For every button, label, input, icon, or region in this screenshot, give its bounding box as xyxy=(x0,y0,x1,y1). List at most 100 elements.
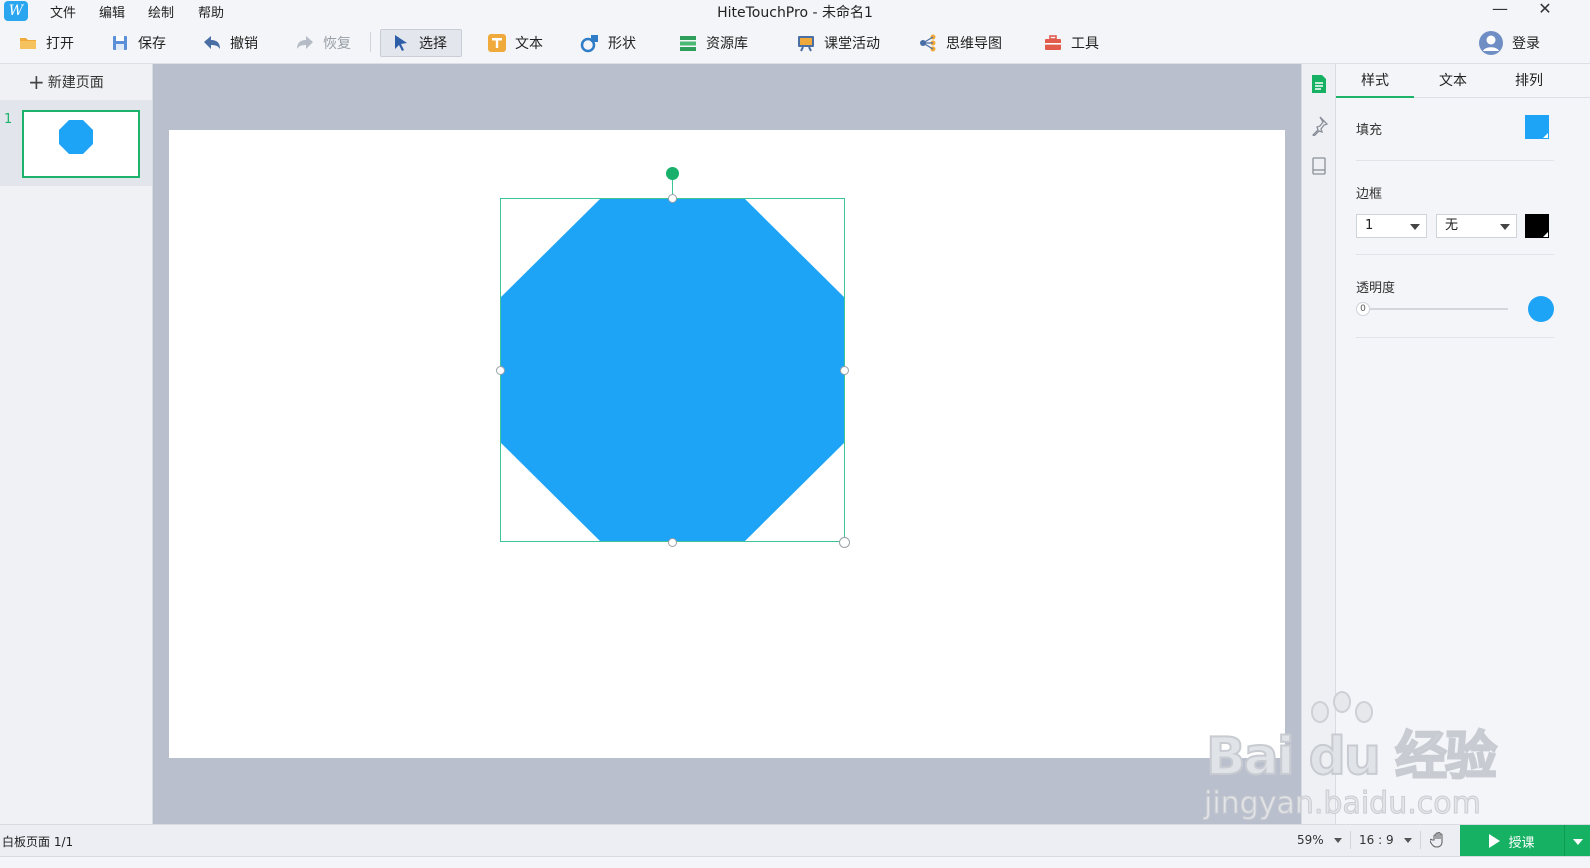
chevron-down-icon xyxy=(1333,838,1342,843)
fill-color-swatch[interactable] xyxy=(1525,115,1549,139)
text-label: 文本 xyxy=(515,36,543,52)
opacity-slider-track[interactable] xyxy=(1366,308,1508,310)
bottom-strip xyxy=(0,856,1590,868)
properties-tabs: 样式 文本 排列 xyxy=(1336,64,1590,98)
tab-style[interactable]: 样式 xyxy=(1336,64,1414,98)
save-label: 保存 xyxy=(138,36,166,52)
select-button[interactable]: 选择 xyxy=(380,29,462,57)
border-width-select[interactable]: 1 xyxy=(1356,214,1427,238)
zoom-value: 59% xyxy=(1297,833,1324,847)
open-button[interactable]: 打开 xyxy=(18,29,74,57)
text-button[interactable]: 文本 xyxy=(487,29,543,57)
undo-button[interactable]: 撤销 xyxy=(202,29,258,57)
login-label: 登录 xyxy=(1512,36,1540,52)
open-label: 打开 xyxy=(46,36,74,52)
hand-icon[interactable] xyxy=(1429,831,1448,852)
border-style-select[interactable]: 无 xyxy=(1436,214,1517,238)
new-page-label: 新建页面 xyxy=(47,75,104,91)
resources-icon xyxy=(678,33,698,53)
page-number: 1 xyxy=(4,112,13,127)
cursor-icon xyxy=(391,33,411,53)
menu-file[interactable]: 文件 xyxy=(50,2,76,21)
chevron-down-icon xyxy=(1410,224,1420,230)
mindmap-button[interactable]: 思维导图 xyxy=(918,29,1002,57)
whiteboard-slide[interactable] xyxy=(169,130,1285,758)
resize-handle-top[interactable] xyxy=(668,194,677,203)
lesson-label: 授课 xyxy=(1508,835,1535,851)
minimize-icon[interactable]: — xyxy=(1485,0,1515,20)
page-list-item[interactable]: 1 xyxy=(0,100,152,186)
resize-handle-bottom[interactable] xyxy=(668,538,677,547)
resize-handle-corner[interactable] xyxy=(839,537,850,548)
login-button[interactable]: 登录 xyxy=(1478,29,1540,57)
side-icon-strip xyxy=(1301,64,1336,824)
app-logo-icon[interactable]: W xyxy=(4,1,28,21)
lesson-button[interactable]: 授课 xyxy=(1460,825,1590,857)
properties-panel: 样式 文本 排列 填充 边框 1 无 透明度 0 xyxy=(1336,64,1590,824)
resources-label: 资源库 xyxy=(706,36,748,52)
opacity-min-value: 0 xyxy=(1356,302,1370,316)
tab-arrange[interactable]: 排列 xyxy=(1490,64,1568,98)
window-title: HiteTouchPro - 未命名1 xyxy=(717,5,873,21)
tools-button[interactable]: 工具 xyxy=(1043,29,1099,57)
close-icon[interactable]: ✕ xyxy=(1530,0,1560,20)
shape-label: 形状 xyxy=(608,36,636,52)
divider xyxy=(1356,160,1554,161)
fill-label: 填充 xyxy=(1356,123,1383,138)
mindmap-icon xyxy=(918,33,938,53)
chevron-down-icon xyxy=(1500,224,1510,230)
lesson-dropdown-button[interactable] xyxy=(1564,825,1590,857)
divider xyxy=(1356,254,1554,255)
user-icon xyxy=(1478,30,1504,56)
opacity-label: 透明度 xyxy=(1356,281,1396,296)
resize-handle-left[interactable] xyxy=(496,366,505,375)
redo-button[interactable]: 恢复 xyxy=(295,29,351,57)
folder-icon xyxy=(18,33,38,53)
divider xyxy=(1356,337,1554,338)
menu-draw[interactable]: 绘制 xyxy=(148,2,174,21)
status-bar: 白板页面 1/1 59% 16 : 9 授课 xyxy=(0,824,1590,857)
aspect-select[interactable]: 16 : 9 xyxy=(1359,833,1412,847)
mindmap-label: 思维导图 xyxy=(946,36,1002,52)
start-lesson-button[interactable]: 授课 xyxy=(1460,825,1564,857)
border-width-value: 1 xyxy=(1365,218,1374,233)
title-bar: W 文件 编辑 绘制 帮助 HiteTouchPro - 未命名1 — ✕ xyxy=(0,0,1590,22)
pages-panel: + 新建页面 1 xyxy=(0,64,153,824)
canvas-area[interactable] xyxy=(153,64,1301,824)
undo-icon xyxy=(202,33,222,53)
page-status: 白板页面 1/1 xyxy=(2,835,74,849)
rotate-handle[interactable] xyxy=(666,167,679,180)
pin-icon[interactable] xyxy=(1310,116,1329,137)
opacity-slider-knob[interactable] xyxy=(1528,296,1554,322)
activity-button[interactable]: 课堂活动 xyxy=(796,29,880,57)
play-icon xyxy=(1489,834,1501,848)
new-page-button[interactable]: + 新建页面 xyxy=(28,72,104,92)
save-icon xyxy=(110,33,130,53)
page-thumbnail[interactable] xyxy=(22,110,140,178)
shape-button[interactable]: 形状 xyxy=(580,29,636,57)
activity-label: 课堂活动 xyxy=(824,36,880,52)
toolbar-separator xyxy=(370,32,371,52)
divider xyxy=(1420,831,1421,849)
book-icon[interactable] xyxy=(1310,156,1328,176)
select-label: 选择 xyxy=(419,36,447,52)
save-button[interactable]: 保存 xyxy=(110,29,166,57)
properties-icon[interactable] xyxy=(1310,74,1328,94)
tools-label: 工具 xyxy=(1071,36,1099,52)
chevron-down-icon xyxy=(1403,838,1412,843)
resources-button[interactable]: 资源库 xyxy=(678,29,748,57)
plus-icon: + xyxy=(28,70,45,94)
border-label: 边框 xyxy=(1356,187,1383,202)
selection-box xyxy=(500,198,845,542)
menu-edit[interactable]: 编辑 xyxy=(99,2,125,21)
undo-label: 撤销 xyxy=(230,36,258,52)
zoom-select[interactable]: 59% xyxy=(1297,833,1342,847)
redo-label: 恢复 xyxy=(323,36,351,52)
text-icon xyxy=(487,33,507,53)
menu-help[interactable]: 帮助 xyxy=(198,2,224,21)
redo-icon xyxy=(295,33,315,53)
border-color-swatch[interactable] xyxy=(1525,214,1549,238)
border-style-value: 无 xyxy=(1445,218,1459,233)
tab-text[interactable]: 文本 xyxy=(1414,64,1492,98)
resize-handle-right[interactable] xyxy=(840,366,849,375)
